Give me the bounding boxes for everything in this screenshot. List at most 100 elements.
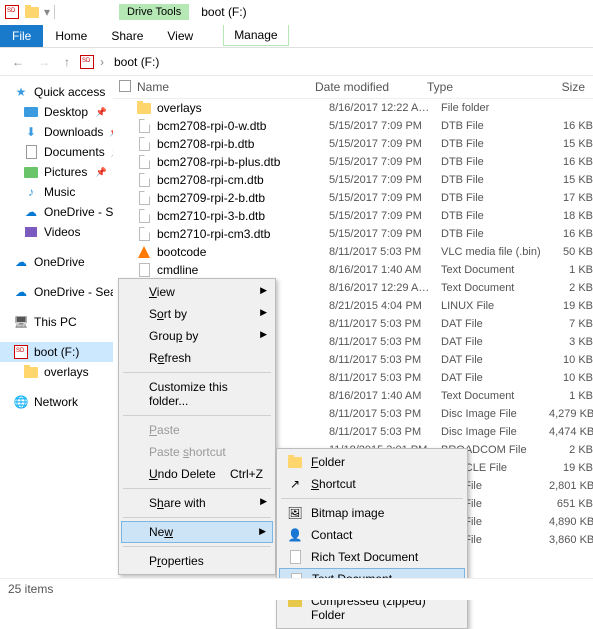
file-size: 18 KB bbox=[549, 210, 593, 222]
table-row[interactable]: overlays8/16/2017 12:22 A…File folder bbox=[113, 99, 593, 117]
file-type: DAT File bbox=[441, 336, 549, 348]
onedrive-icon: ☁ bbox=[14, 285, 28, 299]
nav-back-icon[interactable]: ← bbox=[8, 55, 28, 69]
vlc-icon bbox=[137, 245, 151, 259]
file-type: Disc Image File bbox=[441, 426, 549, 438]
sd-card-icon bbox=[80, 55, 94, 69]
sidebar-music[interactable]: ♪Music bbox=[0, 182, 113, 202]
file-name: bcm2708-rpi-cm.dtb bbox=[157, 173, 329, 187]
sidebar-this-pc[interactable]: 🖥This PC bbox=[0, 312, 113, 332]
contact-icon: 👤 bbox=[287, 527, 303, 543]
documents-icon bbox=[24, 145, 38, 159]
tab-home[interactable]: Home bbox=[43, 25, 99, 47]
table-row[interactable]: bootcode8/11/2017 5:03 PMVLC media file … bbox=[113, 243, 593, 261]
sidebar-onedrive-seattle[interactable]: ☁OneDrive - Seattle S bbox=[0, 202, 113, 222]
address-bar[interactable]: ← → ↑ › boot (F:) bbox=[0, 48, 593, 76]
sidebar-onedrive-seattle2[interactable]: ☁OneDrive - Seattle Sc bbox=[0, 282, 113, 302]
table-row[interactable]: cmdline8/16/2017 1:40 AMText Document1 K… bbox=[113, 261, 593, 279]
col-size[interactable]: Size bbox=[535, 80, 585, 94]
new-bitmap[interactable]: 🖼Bitmap image bbox=[279, 502, 465, 524]
file-type: DTB File bbox=[441, 228, 549, 240]
tab-manage[interactable]: Manage bbox=[223, 25, 288, 46]
ctx-share[interactable]: Share with▶ bbox=[121, 492, 273, 514]
ribbon: File Home Share View Manage bbox=[0, 24, 593, 48]
sidebar-pictures[interactable]: Pictures📌 bbox=[0, 162, 113, 182]
new-rtf[interactable]: Rich Text Document bbox=[279, 546, 465, 568]
file-type: Text Document bbox=[441, 390, 549, 402]
new-submenu: Folder ↗Shortcut 🖼Bitmap image 👤Contact … bbox=[276, 448, 468, 629]
sidebar-videos[interactable]: Videos bbox=[0, 222, 113, 242]
sd-card-icon bbox=[4, 4, 20, 20]
sidebar-desktop[interactable]: Desktop📌 bbox=[0, 102, 113, 122]
table-row[interactable]: bcm2709-rpi-2-b.dtb5/15/2017 7:09 PMDTB … bbox=[113, 189, 593, 207]
file-date: 5/15/2017 7:09 PM bbox=[329, 210, 441, 222]
file-size: 4,890 KB bbox=[549, 516, 593, 528]
file-type: Disc Image File bbox=[441, 408, 549, 420]
chevron-right-icon: ▶ bbox=[260, 285, 267, 296]
pictures-icon bbox=[24, 165, 38, 179]
nav-up-icon[interactable]: ↑ bbox=[60, 55, 74, 69]
col-date[interactable]: Date modified bbox=[315, 80, 427, 94]
new-shortcut[interactable]: ↗Shortcut bbox=[279, 473, 465, 495]
folder-icon bbox=[137, 101, 151, 115]
separator bbox=[123, 517, 271, 518]
select-all-checkbox[interactable] bbox=[119, 80, 131, 92]
new-contact[interactable]: 👤Contact bbox=[279, 524, 465, 546]
file-icon bbox=[137, 155, 151, 169]
sidebar-downloads[interactable]: ⬇Downloads📌 bbox=[0, 122, 113, 142]
nav-fwd-icon[interactable]: → bbox=[34, 55, 54, 69]
file-name: bcm2710-rpi-3-b.dtb bbox=[157, 209, 329, 223]
ctx-properties[interactable]: Properties bbox=[121, 550, 273, 572]
file-name: bcm2709-rpi-2-b.dtb bbox=[157, 191, 329, 205]
table-row[interactable]: bcm2708-rpi-cm.dtb5/15/2017 7:09 PMDTB F… bbox=[113, 171, 593, 189]
file-date: 8/11/2017 5:03 PM bbox=[329, 354, 441, 366]
videos-icon bbox=[24, 225, 38, 239]
new-folder[interactable]: Folder bbox=[279, 451, 465, 473]
ctx-undo[interactable]: Undo DeleteCtrl+Z bbox=[121, 463, 273, 485]
ctx-refresh[interactable]: Refresh bbox=[121, 347, 273, 369]
image-icon: 🖼 bbox=[287, 505, 303, 521]
file-date: 8/11/2017 5:03 PM bbox=[329, 426, 441, 438]
sd-card-icon bbox=[14, 345, 28, 359]
table-row[interactable]: bcm2708-rpi-b-plus.dtb5/15/2017 7:09 PMD… bbox=[113, 153, 593, 171]
chevron-right-icon: ▶ bbox=[260, 329, 267, 340]
ctx-view[interactable]: View▶ bbox=[121, 281, 273, 303]
file-type: Text Document bbox=[441, 264, 549, 276]
file-size: 7 KB bbox=[549, 318, 593, 330]
network-icon: 🌐 bbox=[14, 395, 28, 409]
file-date: 5/15/2017 7:09 PM bbox=[329, 174, 441, 186]
sidebar-boot-drive[interactable]: boot (F:) bbox=[0, 342, 113, 362]
drive-tools-tab[interactable]: Drive Tools bbox=[119, 4, 189, 20]
sidebar-quick-access[interactable]: ★Quick access bbox=[0, 82, 113, 102]
column-headers[interactable]: Name Date modified Type Size bbox=[113, 76, 593, 99]
tab-view[interactable]: View bbox=[155, 25, 205, 47]
ctx-group[interactable]: Group by▶ bbox=[121, 325, 273, 347]
table-row[interactable]: bcm2708-rpi-b.dtb5/15/2017 7:09 PMDTB Fi… bbox=[113, 135, 593, 153]
sidebar-documents[interactable]: Documents📌 bbox=[0, 142, 113, 162]
breadcrumb-sep: › bbox=[100, 55, 104, 69]
onedrive-icon: ☁ bbox=[24, 205, 38, 219]
ctx-paste-shortcut: Paste shortcut bbox=[121, 441, 273, 463]
ctx-sort[interactable]: Sort by▶ bbox=[121, 303, 273, 325]
col-type[interactable]: Type bbox=[427, 80, 535, 94]
sidebar-overlays[interactable]: overlays bbox=[0, 362, 113, 382]
table-row[interactable]: bcm2710-rpi-3-b.dtb5/15/2017 7:09 PMDTB … bbox=[113, 207, 593, 225]
sidebar-onedrive[interactable]: ☁OneDrive bbox=[0, 252, 113, 272]
file-size: 19 KB bbox=[549, 462, 593, 474]
tab-file[interactable]: File bbox=[0, 25, 43, 47]
col-name[interactable]: Name bbox=[137, 80, 315, 94]
table-row[interactable]: bcm2708-rpi-0-w.dtb5/15/2017 7:09 PMDTB … bbox=[113, 117, 593, 135]
file-type: DTB File bbox=[441, 120, 549, 132]
sidebar-network[interactable]: 🌐Network bbox=[0, 392, 113, 412]
window-title: boot (F:) bbox=[201, 5, 246, 19]
ctx-new[interactable]: New▶ bbox=[121, 521, 273, 543]
file-icon bbox=[137, 173, 151, 187]
file-name: bootcode bbox=[157, 245, 329, 259]
breadcrumb[interactable]: boot (F:) bbox=[110, 53, 163, 71]
music-icon: ♪ bbox=[24, 185, 38, 199]
ctx-customize[interactable]: Customize this folder... bbox=[121, 376, 273, 412]
file-type: VLC media file (.bin) bbox=[441, 246, 549, 258]
file-type: DTB File bbox=[441, 174, 549, 186]
table-row[interactable]: bcm2710-rpi-cm3.dtb5/15/2017 7:09 PMDTB … bbox=[113, 225, 593, 243]
tab-share[interactable]: Share bbox=[99, 25, 155, 47]
